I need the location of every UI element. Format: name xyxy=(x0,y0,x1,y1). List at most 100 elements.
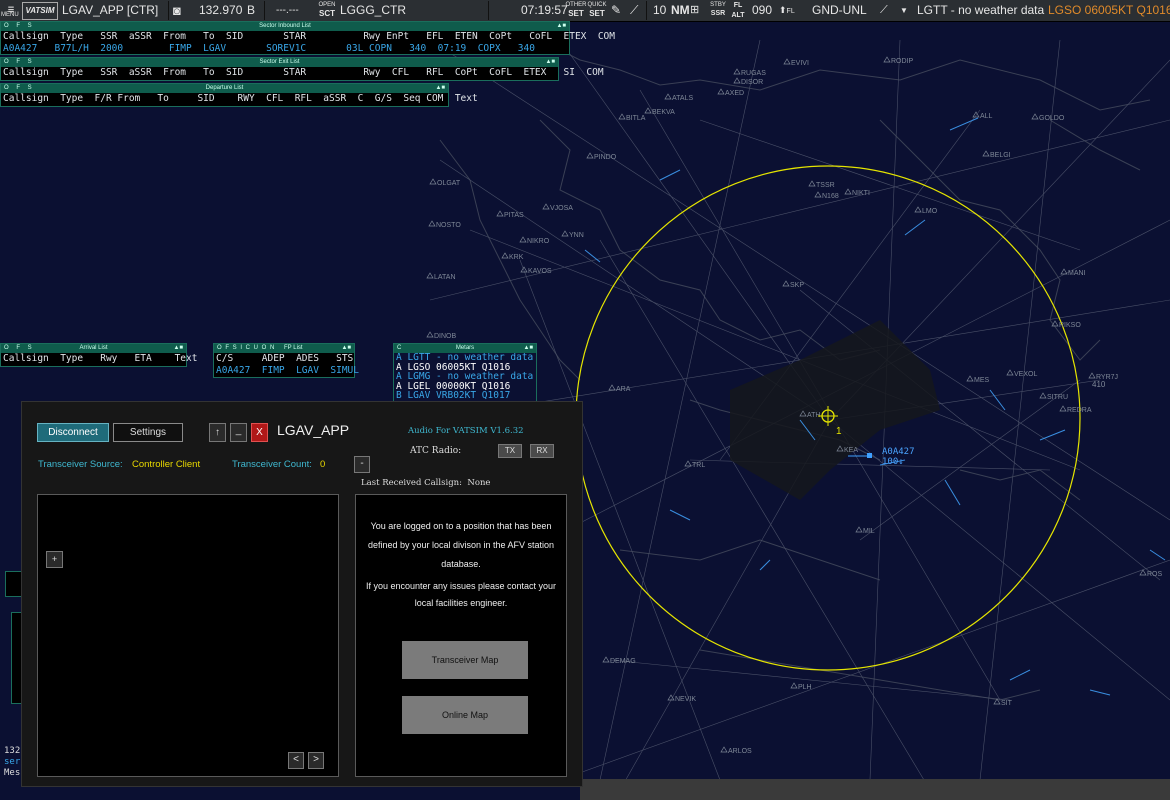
info-contact: If you encounter any issues please conta… xyxy=(365,581,557,608)
svg-text:ARA: ARA xyxy=(616,386,631,393)
secondary-frequency[interactable]: ---.--- xyxy=(276,0,299,21)
svg-text:EVIVI: EVIVI xyxy=(791,60,809,67)
list-header: Callsign Type SSR aSSR From To SID STAR … xyxy=(3,67,604,78)
window-controls-icon[interactable]: ▲■ xyxy=(556,22,566,31)
svg-text:BEKVA: BEKVA xyxy=(652,109,675,116)
sector-inbound-list[interactable]: O F S Sector Inbound List ▲■ Callsign Type… xyxy=(0,21,615,55)
open-sector[interactable]: LGGG_CTR xyxy=(340,0,406,21)
svg-text:KRK: KRK xyxy=(509,254,524,261)
quick-set-button[interactable]: QUICK SET xyxy=(586,1,608,20)
disconnect-button[interactable]: Disconnect xyxy=(37,423,109,442)
metar-airport[interactable]: LGTT - no weather data xyxy=(917,0,1044,21)
window-controls-icon[interactable]: ▲■ xyxy=(173,344,183,353)
last-received-label: Last Received Callsign: None xyxy=(361,478,490,488)
svg-text:DISOR: DISOR xyxy=(741,79,763,86)
list-title: Sector Exit List xyxy=(259,59,300,65)
partial-line: ser xyxy=(4,757,21,767)
window-controls-icon[interactable]: ▲■ xyxy=(545,58,555,67)
svg-text:ATALS: ATALS xyxy=(672,95,693,102)
transition-level[interactable]: 090 xyxy=(752,0,772,21)
range-value[interactable]: 10 xyxy=(653,0,666,21)
status-strip xyxy=(580,779,1170,800)
window-controls-icon[interactable]: ▲■ xyxy=(523,344,533,353)
departure-list[interactable]: O F S Departure List ▲■ Callsign Type F/R … xyxy=(0,83,478,107)
position-title: LGAV_APP [CTR] xyxy=(62,3,159,17)
utc-clock: 07:19:57 xyxy=(521,3,568,17)
settings-button[interactable]: Settings xyxy=(113,423,183,442)
metar-row[interactable]: B LGAV VRB02KT Q1017 xyxy=(394,391,536,401)
svg-text:ARLOS: ARLOS xyxy=(728,748,752,755)
afv-version: Audio For VATSIM V1.6.32 xyxy=(408,426,524,436)
afv-window[interactable]: Disconnect Settings ↑ _ X LGAV_APP Audio… xyxy=(21,401,583,787)
target-altitude: 100↓ xyxy=(882,457,904,467)
top-toolbar: ☰ MENU VATSIM LGAV_APP [CTR] ◙ 132.970 B… xyxy=(0,0,1170,22)
online-map-button[interactable]: Online Map xyxy=(402,696,528,734)
svg-text:ALL: ALL xyxy=(980,113,993,120)
other-set-button[interactable]: OTHER SET xyxy=(565,1,587,20)
svg-text:SITRU: SITRU xyxy=(1047,394,1068,401)
fp-list[interactable]: O F S I C U O N FP List ▲■ C/S ADEP ADES S… xyxy=(213,343,359,378)
prev-page-button[interactable]: < xyxy=(288,752,304,769)
transceiver-source-label: Transceiver Source: xyxy=(38,459,123,470)
svg-text:NIKTI: NIKTI xyxy=(852,190,870,197)
arrival-list[interactable]: O F S Arrival List ▲■ Callsign Type Rwy ET… xyxy=(0,343,198,367)
sector-exit-list[interactable]: O F S Sector Exit List ▲■ Callsign Type SS… xyxy=(0,57,604,81)
partial-line: Mes xyxy=(4,768,21,778)
svg-text:AXED: AXED xyxy=(725,90,744,97)
list-row[interactable]: A0A427 FIMP LGAV SIMUL xyxy=(214,365,359,376)
ofs-flags[interactable]: O F S I C U O N xyxy=(217,344,275,353)
list-title: Metars xyxy=(455,345,475,351)
pin-up-button[interactable]: ↑ xyxy=(209,423,226,442)
altitude-filter[interactable]: GND-UNL xyxy=(812,0,867,21)
svg-text:MIL: MIL xyxy=(863,528,875,535)
transceiver-panel[interactable]: + < > xyxy=(37,494,339,777)
primary-frequency[interactable]: 132.970 xyxy=(199,0,242,21)
svg-text:REDRA: REDRA xyxy=(1067,407,1092,414)
svg-text:YNN: YNN xyxy=(569,232,584,239)
transceiver-count-label: Transceiver Count: xyxy=(232,459,312,470)
stby-ssr-button[interactable]: STBY SSR xyxy=(707,1,729,20)
svg-text:PLH: PLH xyxy=(798,684,812,691)
list-row[interactable]: A0A427 B77L/H 2000 FIMP LGAV SOREV1C 03L… xyxy=(1,43,569,54)
svg-text:OLGAT: OLGAT xyxy=(437,180,461,187)
range-unit[interactable]: NM xyxy=(671,0,690,21)
svg-text:RIKSO: RIKSO xyxy=(1059,322,1081,329)
fl-label: FL xyxy=(786,8,795,15)
list-title: Sector Inbound List xyxy=(259,23,311,29)
svg-text:GOLDO: GOLDO xyxy=(1039,115,1065,122)
last-received-text: Last Received Callsign: xyxy=(361,478,462,488)
vatsim-logo[interactable]: VATSIM xyxy=(22,2,58,20)
add-transceiver-button[interactable]: + xyxy=(46,551,63,568)
open-sector-button[interactable]: OPEN SCT xyxy=(316,1,338,20)
transceiver-count-value: 0 xyxy=(320,459,326,470)
headset-icon[interactable]: ◙ xyxy=(173,0,181,21)
svg-text:TRL: TRL xyxy=(692,462,705,469)
transceiver-map-button[interactable]: Transceiver Map xyxy=(402,641,528,679)
svg-text:DEMAG: DEMAG xyxy=(610,658,636,665)
ruler-icon[interactable]: ⊞ xyxy=(690,0,699,21)
metar-icon[interactable]: ⟋ xyxy=(880,0,888,21)
svg-text:SKP: SKP xyxy=(790,282,804,289)
rx-indicator: RX xyxy=(530,444,554,458)
fl-filter-icon[interactable]: ⬆FL xyxy=(779,0,795,21)
collapse-button[interactable]: - xyxy=(354,456,370,473)
close-button[interactable]: X xyxy=(251,423,268,442)
target-callsign: A0A427 xyxy=(882,447,915,457)
next-page-button[interactable]: > xyxy=(308,752,324,769)
window-controls-icon[interactable]: ▲■ xyxy=(435,84,445,93)
fl-alt-button[interactable]: FL ALT xyxy=(727,1,749,20)
draw-icon[interactable]: ⟋ xyxy=(630,0,638,21)
menu-label: MENU xyxy=(1,12,19,18)
list-title: Arrival List xyxy=(79,345,108,351)
metar-highlight[interactable]: LGSO 06005KT Q1016 xyxy=(1048,0,1170,21)
list-header: Callsign Type F/R From To SID RWY CFL RF… xyxy=(3,93,478,104)
metar-dropdown-icon[interactable]: ▼ xyxy=(900,0,908,21)
svg-text:BELGI: BELGI xyxy=(990,152,1011,159)
svg-text:KEA: KEA xyxy=(844,447,858,454)
metars-window[interactable]: C Metars ▲■ A LGTT - no weather data A LGSO… xyxy=(393,343,537,403)
minimize-button[interactable]: _ xyxy=(230,423,247,442)
window-controls-icon[interactable]: ▲■ xyxy=(341,344,351,353)
svg-text:BITLA: BITLA xyxy=(626,115,646,122)
pen-icon[interactable]: ✎ xyxy=(611,0,621,21)
list-header: Callsign Type Rwy ETA Text xyxy=(3,353,198,364)
